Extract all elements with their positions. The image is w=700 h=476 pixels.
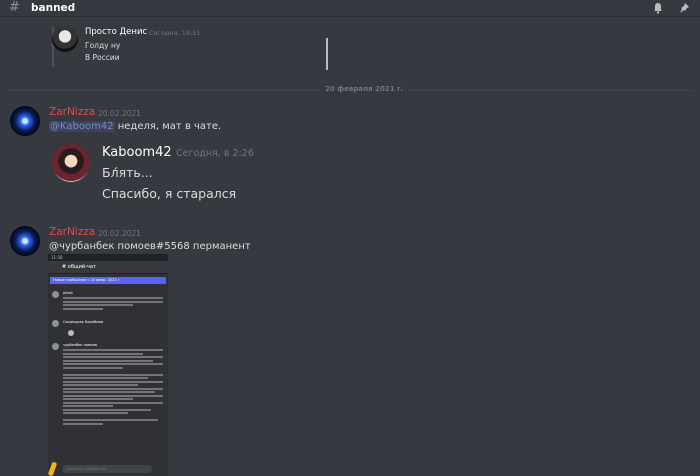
phone-status-bar: 11:58	[48, 254, 168, 261]
avatar	[52, 320, 59, 327]
text-cursor	[326, 38, 328, 70]
author-name[interactable]: ZarNizza	[49, 106, 95, 118]
embed-text: Бл́ять...	[102, 165, 153, 180]
avatar[interactable]	[10, 226, 40, 256]
author-name[interactable]: ZarNizza	[49, 226, 95, 238]
embed-author-name: Kaboom42	[102, 145, 172, 160]
pin-icon[interactable]	[678, 2, 690, 14]
message-text	[63, 297, 163, 311]
author-name[interactable]: Просто Денис	[85, 27, 147, 37]
message-text: Голду ну	[85, 41, 121, 50]
author-name: pilodr	[63, 291, 73, 295]
embed-text: Спасибо, я старался	[102, 186, 237, 201]
message-text: @чурбанбек помоев#5568 перманент	[49, 241, 251, 252]
avatar[interactable]	[10, 106, 40, 136]
message-timestamp: 20.02.2021	[98, 229, 141, 238]
avatar	[52, 343, 59, 350]
message-text: В России	[85, 53, 120, 62]
phone-message-input: Написать #общий-чат	[62, 465, 152, 473]
author-name: чурбанбек помоев	[63, 343, 97, 347]
embed-avatar	[52, 144, 90, 182]
image-attachment[interactable]: 11:58 # общий-чат Новые сообщения с 20 ф…	[48, 254, 168, 476]
channel-name: banned	[31, 2, 76, 14]
message-text: @Kaboom42 неделя, мат в чате.	[49, 121, 222, 132]
date-divider-label: 20 февраля 2021 г.	[319, 85, 410, 93]
bell-icon[interactable]	[652, 2, 664, 14]
sticker	[68, 330, 74, 336]
hash-icon: #	[9, 0, 20, 15]
avatar[interactable]	[52, 26, 78, 52]
channel-header: # banned	[0, 0, 700, 16]
new-messages-banner: Новые сообщения с 20 февр. 2021 г.	[50, 277, 166, 284]
message-timestamp: 20.02.2021	[98, 109, 141, 118]
user-mention[interactable]: @Kaboom42	[49, 121, 115, 132]
message-text	[63, 349, 163, 426]
message-timestamp: Сегодня, 19:31	[149, 29, 201, 37]
author-name: Скорпшрак Бореймов	[63, 320, 104, 324]
phone-channel-header: # общий-чат	[48, 261, 168, 274]
avatar	[52, 291, 59, 298]
embed-timestamp: Сегодня, в 2:26	[176, 148, 254, 159]
